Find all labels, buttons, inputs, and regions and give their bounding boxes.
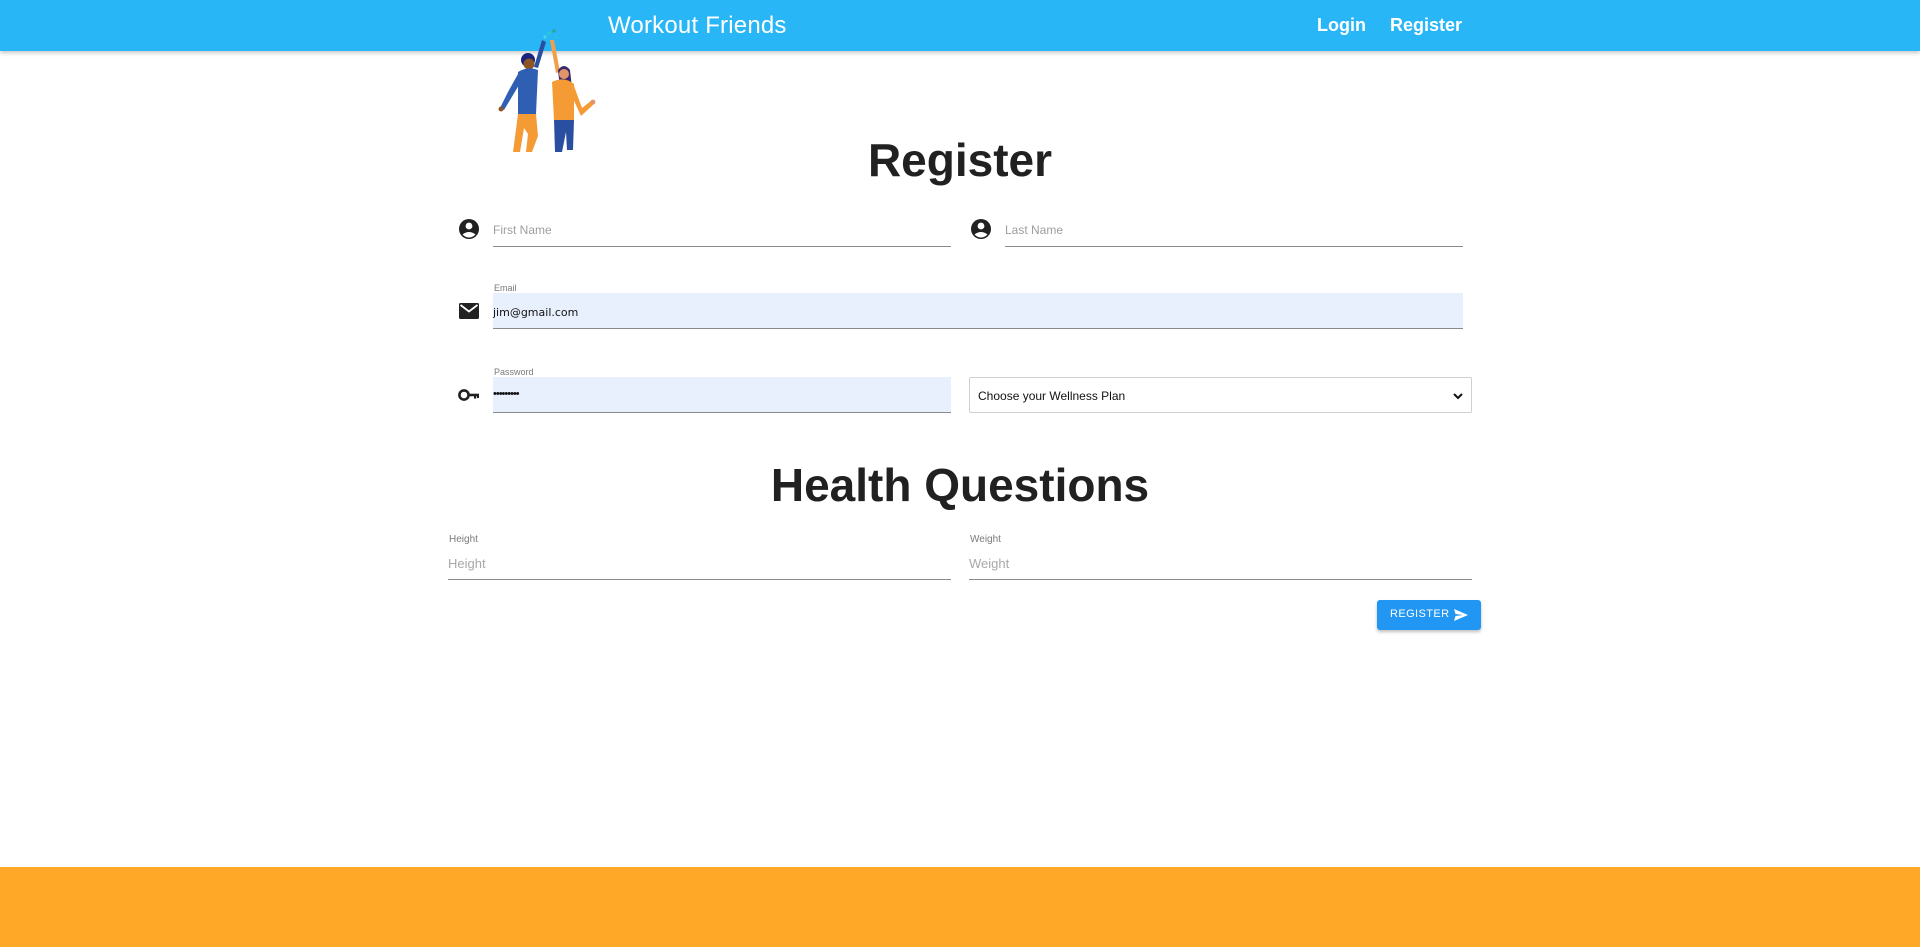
weight-placeholder: Weight — [969, 556, 1010, 571]
last-name-placeholder: Last Name — [1005, 223, 1064, 237]
register-heading: Register — [867, 134, 1053, 186]
email-label: Email — [494, 283, 517, 293]
height-field[interactable]: Height Height — [448, 534, 951, 580]
health-questions-heading: Health Questions — [770, 459, 1150, 511]
height-label: Height — [449, 534, 478, 545]
key-icon — [457, 383, 481, 407]
first-name-field[interactable]: First Name — [493, 214, 951, 247]
nav-login-link[interactable]: Login — [1317, 15, 1366, 36]
wellness-plan-selected: Choose your Wellness Plan — [978, 389, 1126, 403]
last-name-field[interactable]: Last Name — [1005, 214, 1463, 247]
email-field[interactable]: Email jim@gmail.com — [493, 283, 1463, 329]
top-app-bar: Workout Friends Login Register — [0, 0, 1920, 51]
wellness-plan-select[interactable]: Choose your Wellness Plan — [969, 377, 1472, 413]
password-field[interactable]: Password ••••••••• — [493, 367, 951, 413]
register-button[interactable]: REGISTER — [1377, 600, 1481, 630]
password-label: Password — [494, 367, 534, 377]
brand-title[interactable]: Workout Friends — [608, 12, 787, 40]
password-value: ••••••••• — [493, 388, 520, 400]
footer-bar — [0, 867, 1920, 947]
mail-icon — [457, 299, 481, 323]
register-button-label: REGISTER — [1390, 608, 1450, 620]
weight-label: Weight — [970, 534, 1001, 545]
nav-register-link[interactable]: Register — [1390, 15, 1462, 36]
chevron-down-icon — [1451, 389, 1465, 403]
send-icon — [1453, 607, 1469, 623]
account-circle-icon — [457, 217, 481, 241]
height-placeholder: Height — [448, 556, 486, 571]
high-five-icon — [498, 29, 596, 152]
first-name-placeholder: First Name — [493, 223, 552, 237]
friends-logo-illustration — [480, 28, 610, 156]
weight-field[interactable]: Weight Weight — [969, 534, 1472, 580]
email-value: jim@gmail.com — [493, 306, 579, 319]
account-circle-icon — [969, 217, 993, 241]
